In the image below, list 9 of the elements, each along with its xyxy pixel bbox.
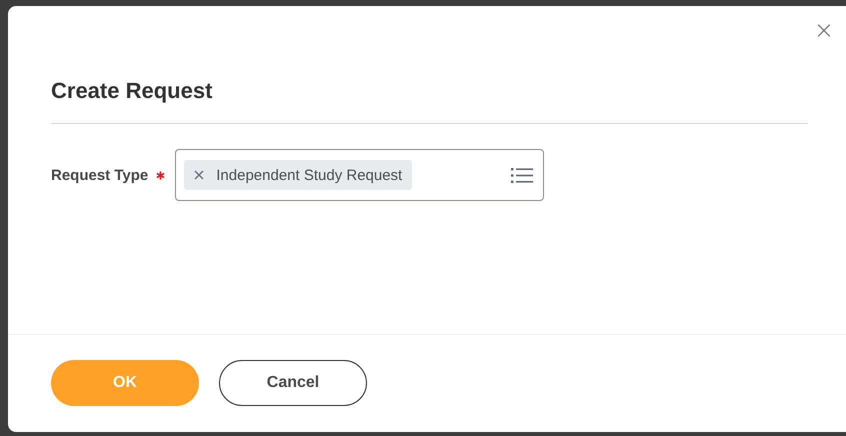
cancel-button[interactable]: Cancel bbox=[219, 360, 367, 406]
list-icon[interactable] bbox=[511, 166, 534, 184]
multiselect-field[interactable]: Independent Study Request bbox=[175, 149, 544, 201]
field-label: Request Type bbox=[51, 166, 148, 184]
selected-token[interactable]: Independent Study Request bbox=[184, 160, 412, 190]
dialog-title: Create Request bbox=[51, 78, 214, 104]
close-button[interactable]: × bbox=[814, 20, 834, 40]
remove-icon[interactable] bbox=[194, 170, 204, 180]
token-text: Independent Study Request bbox=[216, 166, 402, 184]
